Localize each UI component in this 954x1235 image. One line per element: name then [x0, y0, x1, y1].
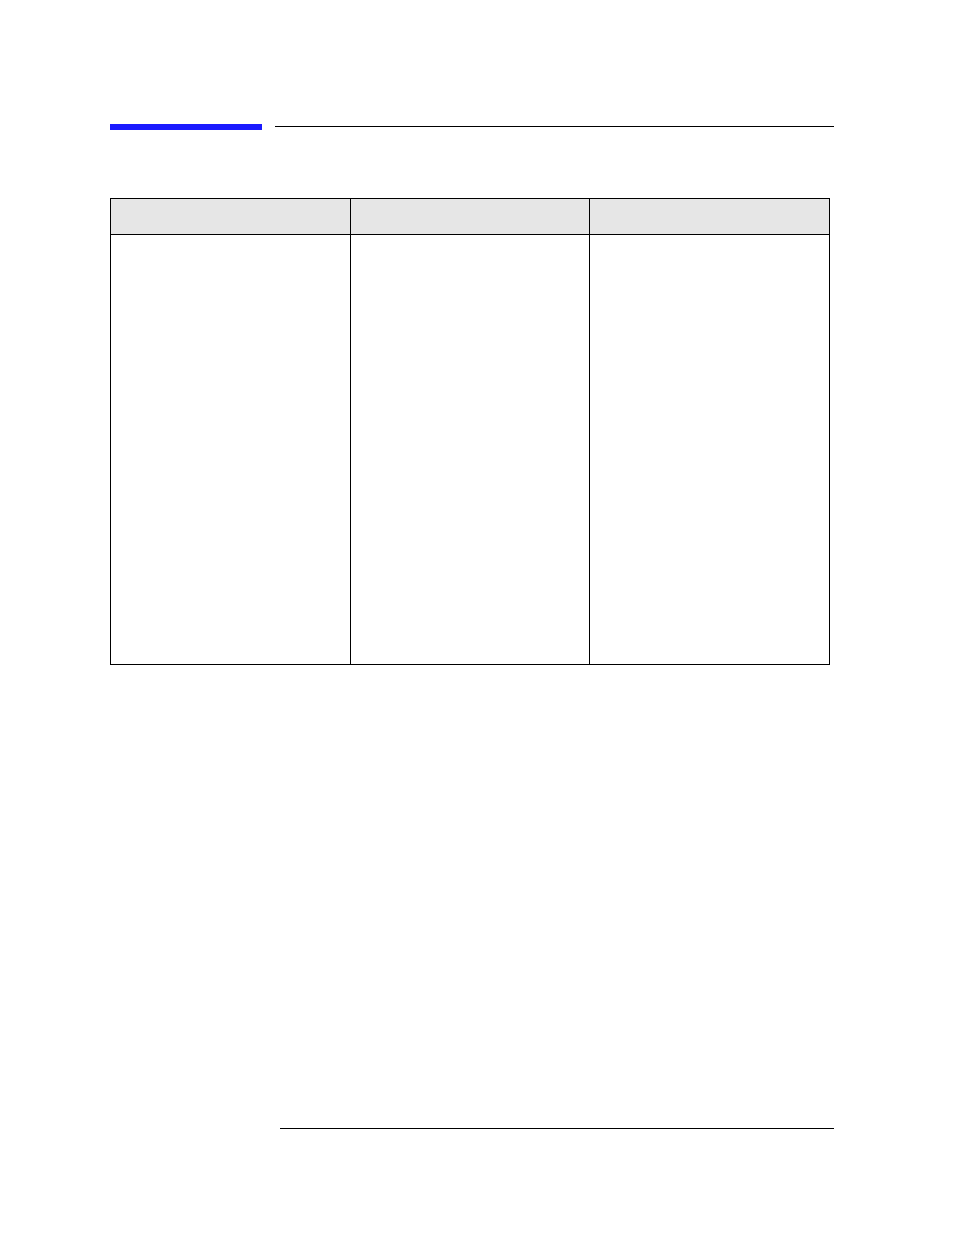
header-thin-rule: [275, 126, 834, 127]
content-table: [110, 198, 830, 665]
document-page: [0, 0, 954, 1235]
table-header-cell: [350, 199, 590, 235]
table-cell: [350, 235, 590, 665]
table-cell: [111, 235, 351, 665]
table-header-cell: [111, 199, 351, 235]
header-accent-bar: [110, 124, 262, 130]
table-header-row: [111, 199, 830, 235]
footer-rule: [280, 1128, 834, 1129]
table-row: [111, 235, 830, 665]
table-cell: [590, 235, 830, 665]
header-rule: [110, 124, 834, 132]
table-header-cell: [590, 199, 830, 235]
